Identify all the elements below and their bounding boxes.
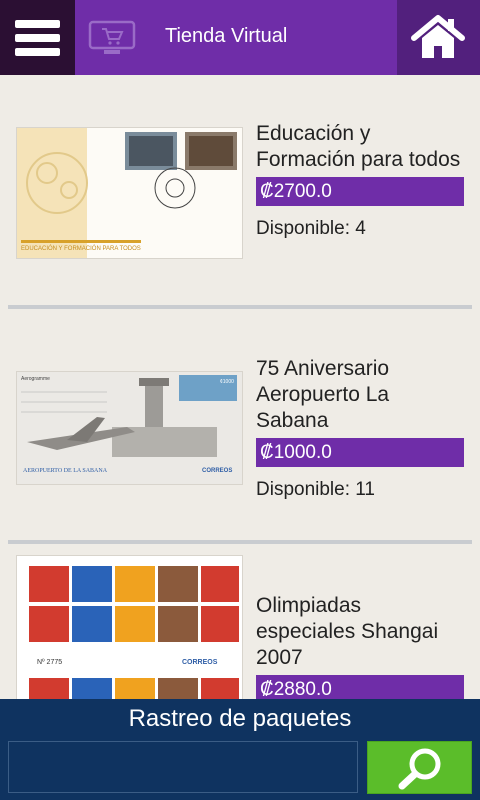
product-card[interactable]: Aerogramme ¢1000 AEROPUERTO DE LA SABANA… bbox=[0, 310, 480, 545]
airport-heading-text: Aerogramme bbox=[21, 376, 50, 382]
product-image-olympics: Nº 2775 CORREOS bbox=[16, 555, 243, 699]
tracking-footer: Rastreo de paquetes bbox=[0, 699, 480, 800]
product-info: Educación y Formación para todos ₡2700.0… bbox=[256, 121, 464, 240]
product-image-education: EDUCACIÓN Y FORMACIÓN PARA TODOS bbox=[16, 127, 243, 259]
product-price: ₡2880.0 bbox=[256, 675, 464, 699]
product-card[interactable]: Nº 2775 CORREOS Olimpiadas especiales Sh… bbox=[0, 545, 480, 699]
list-divider bbox=[8, 540, 472, 544]
product-price: ₡1000.0 bbox=[256, 438, 464, 467]
product-price: ₡2700.0 bbox=[256, 177, 464, 206]
correos-logo-text: CORREOS bbox=[202, 468, 232, 474]
education-banner-text: EDUCACIÓN Y FORMACIÓN PARA TODOS bbox=[21, 245, 141, 252]
product-name: 75 Aniversario Aeropuerto La Sabana bbox=[256, 357, 390, 432]
tracking-input[interactable] bbox=[8, 741, 358, 793]
product-name: Olimpiadas especiales Shangai 2007 bbox=[256, 594, 439, 669]
home-icon bbox=[411, 15, 465, 58]
menu-button[interactable] bbox=[0, 0, 75, 75]
search-icon bbox=[398, 748, 441, 790]
product-availability: Disponible: 4 bbox=[256, 218, 366, 239]
airport-value-text: ¢1000 bbox=[220, 379, 234, 385]
airport-caption-text: AEROPUERTO DE LA SABANA bbox=[23, 468, 108, 474]
product-availability: Disponible: 11 bbox=[256, 479, 376, 500]
product-card[interactable]: EDUCACIÓN Y FORMACIÓN PARA TODOS Educaci… bbox=[0, 75, 480, 310]
page-title: Tienda Virtual bbox=[165, 25, 288, 47]
app-header: Tienda Virtual bbox=[0, 0, 480, 75]
olympics-number-text: Nº 2775 bbox=[37, 659, 62, 666]
tracking-title: Rastreo de paquetes bbox=[128, 705, 352, 732]
product-image-airport: Aerogramme ¢1000 AEROPUERTO DE LA SABANA… bbox=[16, 371, 243, 485]
product-list[interactable]: EDUCACIÓN Y FORMACIÓN PARA TODOS Educaci… bbox=[0, 75, 480, 699]
product-info: Olimpiadas especiales Shangai 2007 ₡2880… bbox=[256, 593, 464, 699]
search-button[interactable] bbox=[367, 741, 472, 794]
correos-logo-text: CORREOS bbox=[182, 659, 218, 666]
product-info: 75 Aniversario Aeropuerto La Sabana ₡100… bbox=[256, 356, 464, 501]
home-button[interactable] bbox=[397, 0, 480, 75]
product-name: Educación y Formación para todos bbox=[256, 122, 461, 171]
list-divider bbox=[8, 305, 472, 309]
shopping-cart-icon bbox=[88, 20, 136, 54]
hamburger-menu-icon bbox=[15, 20, 60, 28]
